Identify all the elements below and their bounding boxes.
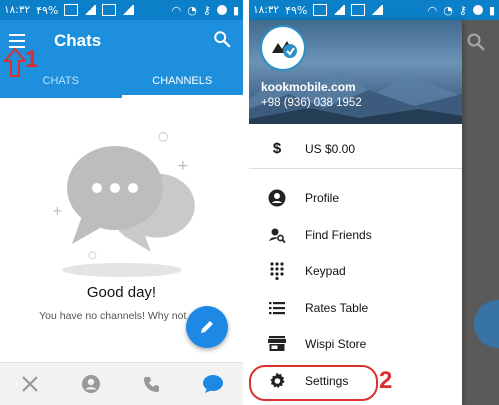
annotation-number-1: 1 [25, 46, 39, 73]
svg-text:○: ○ [88, 250, 97, 261]
dollar-icon: $ [272, 140, 282, 157]
alarm-icon: ◔ [443, 3, 453, 17]
greeting-text: Good day! [86, 284, 157, 301]
status-bar: ۱۸:۳۲ ۴۹% ◠ ◔ ⚷ ▮ [0, 0, 243, 20]
menu-item-label: Find Friends [305, 228, 372, 242]
battery-icon: ▮ [488, 3, 495, 17]
battery-percent: ۴۹% [285, 3, 308, 17]
store-icon [249, 336, 305, 352]
battery-icon: ▮ [232, 3, 239, 17]
menu-item-wispi-store[interactable]: Wispi Store [249, 326, 462, 362]
contacts-icon[interactable] [79, 372, 103, 396]
menu-item-label: Rates Table [305, 301, 369, 315]
menu-item-label: Wispi Store [305, 337, 367, 351]
wifi-icon: ◠ [427, 3, 438, 17]
app-logo [260, 25, 306, 71]
menu-item-profile[interactable]: Profile [249, 180, 462, 216]
search-icon[interactable] [213, 30, 231, 48]
menu-item-label: Keypad [305, 264, 346, 278]
status-time: ۱۸:۳۲ [253, 4, 280, 16]
wifi-icon: ◠ [171, 3, 182, 17]
account-circle-icon [249, 189, 305, 207]
annotation-arrow-icon [4, 48, 26, 77]
search-icon [467, 33, 485, 51]
page-title: Chats [54, 31, 102, 50]
compose-button[interactable] [186, 306, 228, 348]
signal-box-icon [64, 4, 79, 16]
key-icon: ⚷ [202, 3, 211, 17]
list-icon [249, 301, 305, 315]
pencil-icon [201, 321, 213, 333]
annotation-number-2: 2 [379, 367, 393, 394]
signal-icon-2 [122, 5, 135, 15]
battery-percent: ۴۹% [36, 3, 59, 17]
account-name: kookmobile.com [261, 80, 356, 94]
person-search-icon [249, 226, 305, 244]
svg-text:+: + [52, 204, 63, 219]
menu-item-find-friends[interactable]: Find Friends [249, 217, 462, 253]
balance-row[interactable]: $ US $0.00 [249, 129, 462, 169]
alarm-icon: ◔ [187, 3, 197, 17]
menu-item-label: Profile [305, 191, 340, 205]
account-status-icon [216, 5, 227, 15]
dialpad-icon [249, 262, 305, 280]
account-status-icon [472, 5, 483, 15]
menu-item-keypad[interactable]: Keypad [249, 253, 462, 289]
signal-icon [333, 5, 346, 15]
chats-screen: ۱۸:۳۲ ۴۹% ◠ ◔ ⚷ ▮ Chats CHATS CHANNELS 1… [0, 0, 243, 405]
signal-box-icon [313, 4, 328, 16]
menu-item-rates-table[interactable]: Rates Table [249, 290, 462, 326]
navigation-drawer: kookmobile.com +98 (936) 038 1952 $ US $… [249, 20, 462, 405]
svg-text:○: ○ [158, 129, 168, 143]
bottom-nav [0, 362, 243, 405]
key-icon: ⚷ [458, 3, 467, 17]
menu-icon[interactable] [9, 34, 25, 48]
account-phone: +98 (936) 038 1952 [261, 97, 362, 109]
signal-icon [84, 5, 97, 15]
mountain-background [249, 72, 462, 124]
status-bar: ۱۸:۳۲ ۴۹% ◠ ◔ ⚷ ▮ [249, 0, 499, 20]
tab-channels[interactable]: CHANNELS [121, 66, 243, 98]
signal-box-icon-2 [351, 4, 366, 16]
phone-icon[interactable] [140, 372, 164, 396]
tools-icon[interactable] [18, 372, 42, 396]
status-time: ۱۸:۳۲ [4, 4, 31, 16]
settings-highlight-annotation [249, 365, 378, 401]
svg-text:+: + [177, 158, 189, 174]
drawer-header: kookmobile.com +98 (936) 038 1952 [249, 20, 462, 124]
empty-chat-illustration: ○ + + ○ [52, 129, 195, 277]
balance-label: US $0.00 [305, 141, 356, 156]
signal-box-icon-2 [102, 4, 117, 16]
chat-icon[interactable] [201, 372, 225, 396]
signal-icon-2 [371, 5, 384, 15]
drawer-screen: ۱۸:۳۲ ۴۹% ◠ ◔ ⚷ ▮ kookmobile.com +98 (93… [249, 0, 499, 405]
